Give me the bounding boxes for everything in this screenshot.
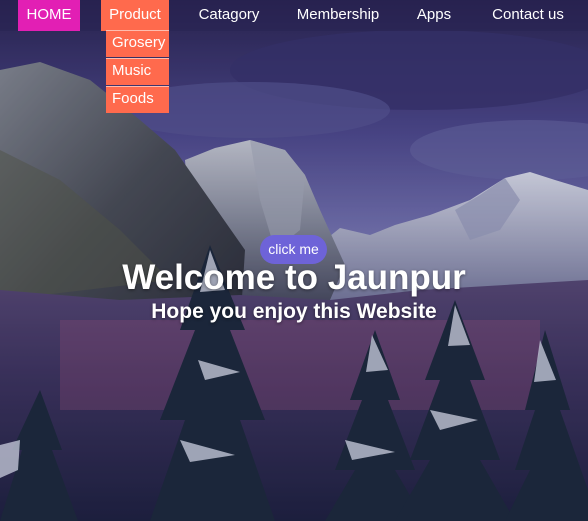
nav-membership[interactable]: Membership (286, 0, 390, 31)
nav-home[interactable]: HOME (18, 0, 80, 31)
hero-subtitle: Hope you enjoy this Website (151, 300, 437, 323)
dropdown-item-music[interactable]: Music (106, 58, 169, 85)
hero-title: Welcome to Jaunpur (122, 258, 466, 297)
nav-apps[interactable]: Apps (405, 0, 463, 31)
nav-product[interactable]: Product (101, 0, 169, 31)
nav-catagory[interactable]: Catagory (188, 0, 270, 31)
product-dropdown-menu: Grosery Music Foods (106, 30, 169, 114)
dropdown-item-grosery[interactable]: Grosery (106, 30, 169, 57)
dropdown-item-foods[interactable]: Foods (106, 86, 169, 113)
nav-contact-us[interactable]: Contact us (476, 0, 580, 31)
top-navbar: HOME Product Catagory Membership Apps Co… (0, 0, 588, 31)
